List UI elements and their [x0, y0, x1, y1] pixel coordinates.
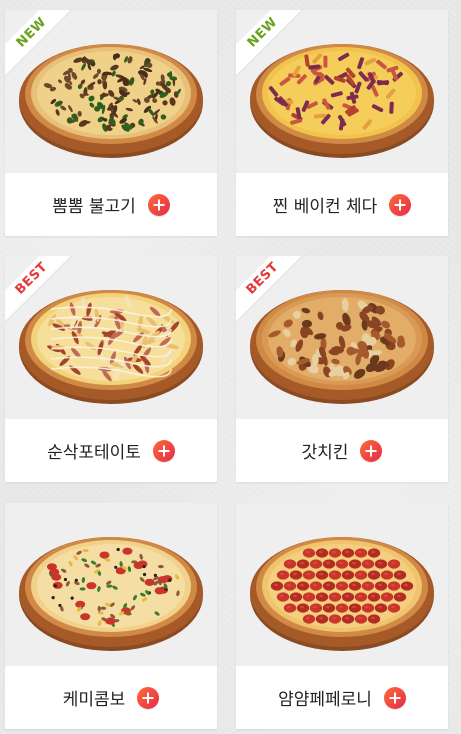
menu-card-bacon-cheddar[interactable]: NEW 찐 베이컨 체다	[236, 10, 448, 236]
plus-icon	[153, 199, 165, 210]
pizza-image-container[interactable]: NEW	[5, 10, 217, 173]
menu-card-bulgogi[interactable]: NEW 뽐뽐 불고기	[5, 10, 217, 236]
plus-icon	[394, 199, 406, 210]
menu-card-combo[interactable]: 케미콤보	[5, 503, 217, 729]
plus-icon	[365, 445, 377, 456]
pizza-image-container[interactable]: NEW	[236, 10, 448, 173]
plus-icon	[158, 445, 170, 456]
card-footer: 순삭포테이토	[5, 419, 217, 482]
card-footer: 케미콤보	[5, 666, 217, 729]
card-footer: 뽐뽐 불고기	[5, 173, 217, 236]
add-to-cart-button[interactable]	[152, 439, 175, 462]
pizza-name[interactable]: 얌얌페페로니	[278, 685, 372, 710]
add-to-cart-button[interactable]	[383, 686, 406, 709]
pizza-image-container[interactable]	[236, 503, 448, 666]
add-to-cart-button[interactable]	[389, 193, 412, 216]
pizza-name[interactable]: 갓치킨	[302, 438, 349, 463]
add-to-cart-button[interactable]	[137, 686, 160, 709]
pizza-name[interactable]: 뽐뽐 불고기	[52, 192, 136, 217]
menu-card-potato[interactable]: BEST 순삭포테이토	[5, 256, 217, 482]
card-footer: 얌얌페페로니	[236, 666, 448, 729]
card-footer: 갓치킨	[236, 419, 448, 482]
pizza-name[interactable]: 찐 베이컨 체다	[273, 192, 378, 217]
card-footer: 찐 베이컨 체다	[236, 173, 448, 236]
add-to-cart-button[interactable]	[360, 439, 383, 462]
pizza-image	[19, 537, 203, 651]
menu-card-pepperoni[interactable]: 얌얌페페로니	[236, 503, 448, 729]
pizza-image-container[interactable]: BEST	[236, 256, 448, 419]
pizza-image-container[interactable]	[5, 503, 217, 666]
pizza-image	[250, 537, 434, 651]
add-to-cart-button[interactable]	[147, 193, 170, 216]
pizza-name[interactable]: 순삭포테이토	[47, 438, 141, 463]
pizza-image-container[interactable]: BEST	[5, 256, 217, 419]
menu-card-chicken[interactable]: BEST 갓치킨	[236, 256, 448, 482]
plus-icon	[142, 692, 154, 703]
plus-icon	[389, 692, 401, 703]
pizza-name[interactable]: 케미콤보	[63, 685, 126, 710]
